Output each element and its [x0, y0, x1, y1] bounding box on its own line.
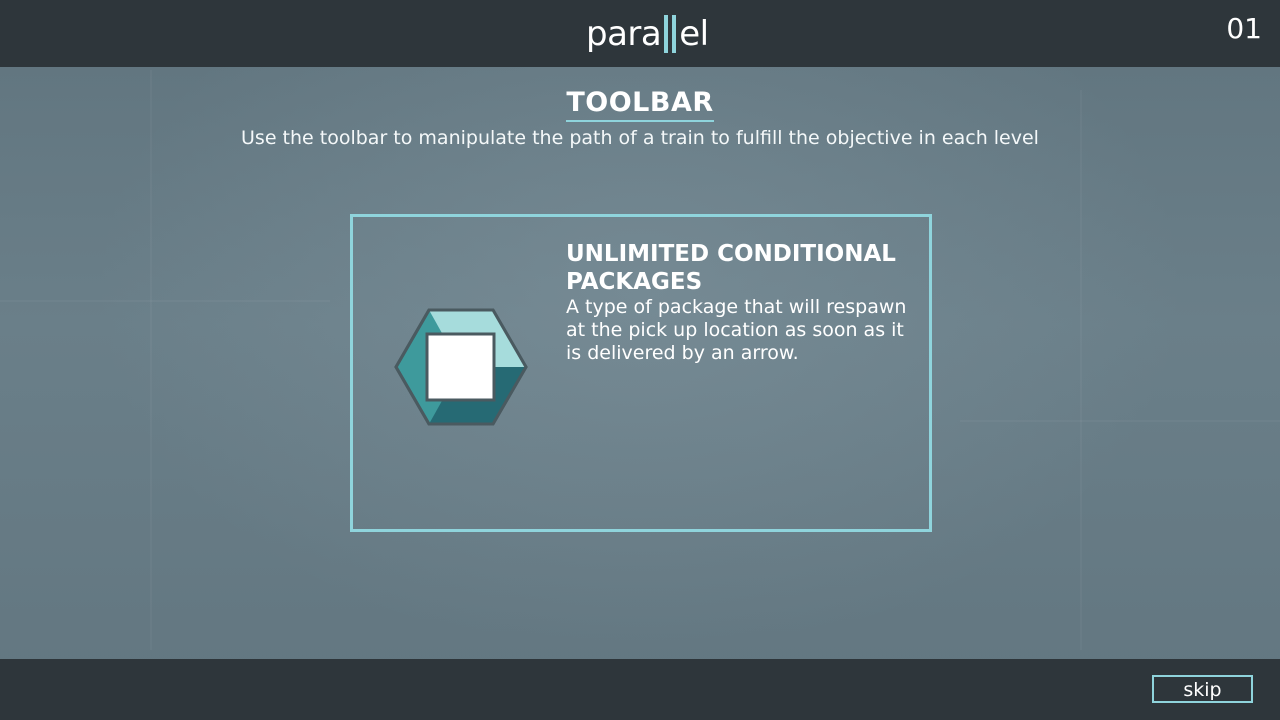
section-title: TOOLBAR [0, 86, 1280, 122]
game-logo: para el [586, 12, 709, 56]
logo-parallel-bars-icon [664, 14, 677, 54]
section-subtitle: Use the toolbar to manipulate the path o… [241, 127, 1039, 149]
background-line [960, 420, 1280, 422]
package-hexagon-icon [394, 308, 528, 426]
item-description: A type of package that will respawn at t… [566, 296, 907, 364]
skip-button[interactable]: skip [1152, 675, 1253, 703]
background-line [150, 70, 152, 650]
section-title-text: TOOLBAR [566, 86, 714, 122]
top-bar: para el 01 [0, 0, 1280, 67]
background-line [0, 300, 330, 302]
bottom-bar [0, 659, 1280, 720]
item-title: UNLIMITED CONDITIONAL PACKAGES [566, 241, 896, 295]
tutorial-screen: para el 01 TOOLBAR Use the toolbar to ma… [0, 0, 1280, 720]
logo-text-right: el [679, 14, 709, 54]
logo-text-left: para [586, 14, 662, 54]
background-line [1080, 90, 1082, 650]
level-number: 01 [1226, 12, 1262, 45]
